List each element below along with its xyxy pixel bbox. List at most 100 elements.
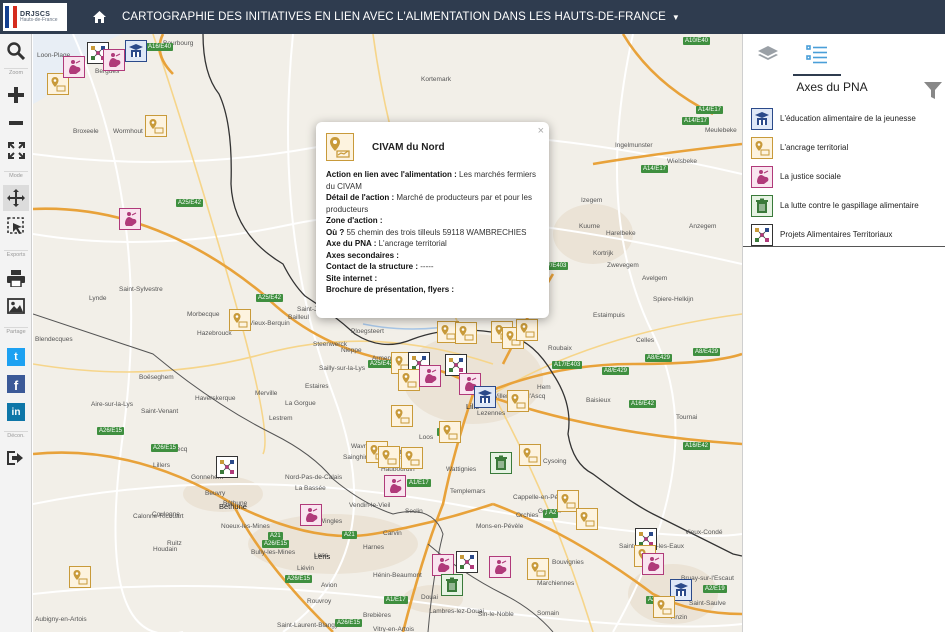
zoom-out-button[interactable] (3, 110, 29, 136)
place-label: Sailly-sur-la-Lys (319, 365, 365, 372)
share-linkedin-button[interactable]: in (3, 399, 29, 425)
justice-sociale-marker[interactable] (119, 208, 141, 230)
ancrage-marker[interactable] (653, 596, 675, 618)
place-label: Zwevegem (607, 262, 639, 269)
ancrage-marker[interactable] (229, 309, 251, 331)
ancrage-marker[interactable] (455, 322, 477, 344)
ancrage-marker[interactable] (398, 369, 420, 391)
ancrage-marker[interactable] (69, 566, 91, 588)
print-icon (7, 269, 25, 287)
justice-sociale-marker[interactable] (642, 553, 664, 575)
education-marker[interactable] (125, 40, 147, 62)
popup-field-value: 55 chemin des trois tilleuls 59118 WAMBR… (344, 227, 527, 237)
fullscreen-button[interactable] (3, 137, 29, 163)
place-label: Estaimpuis (593, 312, 625, 319)
search-button[interactable] (3, 38, 29, 64)
place-label: Vitry-en-Artois (373, 626, 415, 632)
road-shield: A14/E17 (641, 165, 669, 173)
legend-item-gaspillage-marker[interactable]: La lutte contre le gaspillage alimentair… (751, 191, 941, 220)
place-label: Orchies (516, 512, 539, 519)
education-marker-icon (478, 390, 492, 403)
road-shield: A21 (268, 532, 283, 540)
zoom-in-button[interactable] (3, 82, 29, 108)
projet-alimentaire-marker[interactable] (216, 456, 238, 478)
place-label: Baisieux (586, 397, 611, 404)
justice-sociale-marker[interactable] (300, 504, 322, 526)
tab-legend[interactable] (802, 40, 832, 70)
projet-alimentaire-marker-icon (751, 223, 773, 246)
road-shield: A25/E42 (256, 294, 284, 302)
place-label: Rouvroy (307, 598, 332, 605)
place-label: Blendecques (35, 336, 73, 343)
top-bar: DRJSCS Hauts-de-France CARTOGRAPHIE DES … (0, 0, 945, 34)
ancrage-marker[interactable] (378, 446, 400, 468)
ancrage-marker[interactable] (391, 405, 413, 427)
legend-item-ancrage-marker[interactable]: L'ancrage territorial (751, 133, 941, 162)
legend-item-projet-alimentaire-marker[interactable]: Projets Alimentaires Territoriaux (751, 220, 941, 249)
road-shield: A17/E403 (552, 361, 583, 369)
home-button[interactable] (84, 0, 114, 34)
ancrage-marker[interactable] (516, 319, 538, 341)
filter-button[interactable] (924, 82, 942, 105)
place-label: Bully-les-Mines (251, 549, 296, 556)
popup-field-label: Brochure de présentation, flyers : (326, 285, 455, 294)
exports-section-label: Exports (6, 252, 26, 258)
ancrage-marker[interactable] (576, 508, 598, 530)
ancrage-marker[interactable] (439, 421, 461, 443)
ancrage-marker[interactable] (145, 115, 167, 137)
road-shield: A16/E42 (629, 400, 657, 408)
gaspillage-marker[interactable] (490, 452, 512, 474)
logout-button[interactable] (3, 445, 29, 471)
ancrage-marker[interactable] (507, 390, 529, 412)
popup-field-label: Zone d'action : (326, 216, 383, 225)
print-button[interactable] (3, 265, 29, 291)
place-label: Saint-Venant (141, 408, 179, 415)
legend-item-label: L'éducation alimentaire de la jeunesse (780, 114, 916, 123)
pan-mode-button[interactable] (3, 185, 29, 211)
ancrage-marker-icon (326, 133, 354, 161)
ancrage-marker[interactable] (527, 558, 549, 580)
road-shield: A21 (342, 531, 357, 539)
justice-sociale-marker-icon (751, 165, 773, 188)
place-label: Beuvry (205, 490, 226, 497)
justice-sociale-marker[interactable] (419, 365, 441, 387)
legend-item-education-marker[interactable]: L'éducation alimentaire de la jeunesse (751, 104, 941, 133)
tab-layers[interactable] (753, 40, 783, 70)
justice-sociale-marker[interactable] (103, 49, 125, 71)
place-label: Tournai (676, 414, 698, 421)
education-marker[interactable] (474, 386, 496, 408)
ancrage-marker[interactable] (519, 444, 541, 466)
justice-sociale-marker[interactable] (384, 475, 406, 497)
toolbar-divider (4, 171, 28, 172)
justice-sociale-marker[interactable] (63, 56, 85, 78)
share-twitter-button[interactable]: t (3, 344, 29, 370)
close-icon[interactable]: × (538, 125, 544, 137)
logout-icon (7, 451, 23, 465)
place-label: Seclin (405, 508, 423, 515)
justice-sociale-marker[interactable] (432, 554, 454, 576)
road-shield: A26/E15 (97, 427, 125, 435)
place-label: Lezennes (477, 410, 506, 417)
legend-item-justice-sociale-marker[interactable]: La justice sociale (751, 162, 941, 191)
place-label: Nieppe (341, 347, 362, 354)
page-title[interactable]: CARTOGRAPHIE DES INITIATIVES EN LIEN AVE… (122, 11, 680, 23)
share-facebook-button[interactable]: f (3, 371, 29, 397)
road-shield: A10/E40 (683, 37, 711, 45)
projet-alimentaire-marker[interactable] (456, 551, 478, 573)
drjscs-logo[interactable]: DRJSCS Hauts-de-France (3, 3, 67, 31)
page-title-text: CARTOGRAPHIE DES INITIATIVES EN LIEN AVE… (122, 11, 666, 23)
export-image-button[interactable] (3, 293, 29, 319)
justice-sociale-marker[interactable] (489, 556, 511, 578)
ancrage-marker-icon (523, 448, 538, 463)
legend-panel: Axes du PNA L'éducation alimentaire de l… (742, 34, 945, 632)
select-mode-button[interactable] (3, 213, 29, 239)
ancrage-marker[interactable] (401, 447, 423, 469)
gaspillage-marker[interactable] (441, 574, 463, 596)
justice-sociale-marker-icon (125, 212, 137, 226)
place-label: Somain (537, 610, 560, 617)
place-label: Haverskerque (195, 395, 236, 402)
popup-field: Brochure de présentation, flyers : (326, 284, 539, 296)
road-shield: A8/E429 (645, 354, 673, 362)
toolbar-divider (4, 327, 28, 328)
place-label: Lynde (89, 295, 107, 302)
